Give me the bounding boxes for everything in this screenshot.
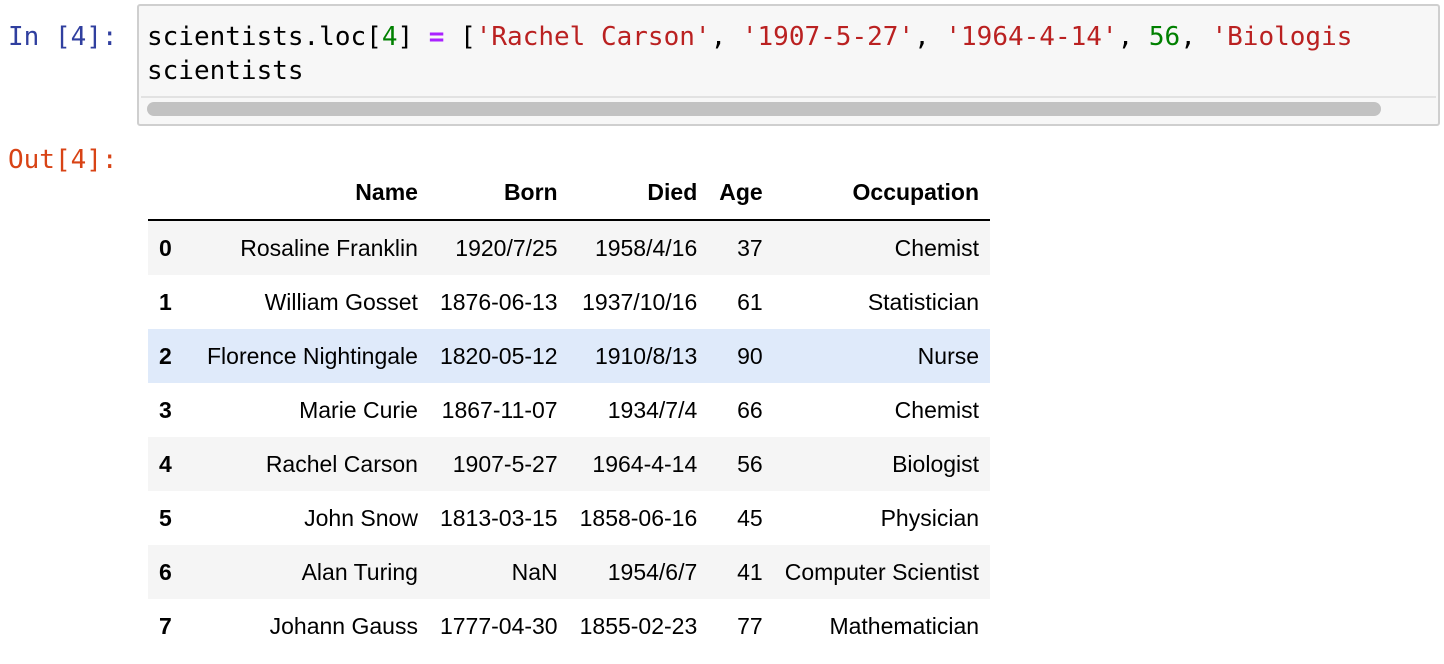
cell-died: 1937/10/16 <box>582 288 698 315</box>
cell-occupation: Chemist <box>894 396 980 423</box>
code-separator: , <box>1180 22 1212 52</box>
cell-died: 1964-4-14 <box>592 450 698 477</box>
input-prompt: In [4]: <box>8 22 118 52</box>
table-row: 1 William Gosset 1876-06-13 1937/10/16 6… <box>148 275 991 329</box>
column-header-born: Born <box>428 166 569 221</box>
row-index: 7 <box>159 612 172 639</box>
cell-born: NaN <box>511 558 558 585</box>
table-row: 3 Marie Curie 1867-11-07 1934/7/4 66 Che… <box>148 383 991 437</box>
code-age-number: 56 <box>1148 22 1181 52</box>
column-header-died: Died <box>568 166 709 221</box>
cell-died: 1934/7/4 <box>607 396 698 423</box>
table-row: 7 Johann Gauss 1777-04-30 1855-02-23 77 … <box>148 599 991 653</box>
table-header-row: Name Born Died Age Occupation <box>148 166 991 221</box>
cell-age: 45 <box>737 504 763 531</box>
code-editor[interactable]: scientists.loc[4] = ['Rachel Carson', '1… <box>147 20 1352 88</box>
cell-age: 56 <box>737 450 763 477</box>
cell-occupation: Nurse <box>917 342 980 369</box>
table-row-hovered: 2 Florence Nightingale 1820-05-12 1910/8… <box>148 329 991 383</box>
row-index: 2 <box>159 342 172 369</box>
cell-born: 1820-05-12 <box>439 342 558 369</box>
cell-name: Alan Turing <box>301 558 418 585</box>
cell-occupation: Computer Scientist <box>784 558 980 585</box>
cell-died: 1954/6/7 <box>607 558 698 585</box>
cell-age: 61 <box>737 288 763 315</box>
code-string-name: 'Rachel Carson' <box>475 22 711 52</box>
code-separator: , <box>710 22 742 52</box>
index-header <box>148 166 196 221</box>
code-string-died: '1964-4-14' <box>945 22 1118 52</box>
row-index: 6 <box>159 558 172 585</box>
cell-born: 1777-04-30 <box>439 612 558 639</box>
cell-age: 90 <box>737 342 763 369</box>
row-index: 3 <box>159 396 172 423</box>
table-row: 6 Alan Turing NaN 1954/6/7 41 Computer S… <box>148 545 991 599</box>
cell-died: 1958/4/16 <box>594 234 698 261</box>
cell-name: Rachel Carson <box>265 450 418 477</box>
code-separator: , <box>1117 22 1149 52</box>
cell-died: 1855-02-23 <box>579 612 698 639</box>
cell-name: Florence Nightingale <box>207 342 418 369</box>
cell-born: 1867-11-07 <box>441 396 558 423</box>
table-row: 0 Rosaline Franklin 1920/7/25 1958/4/16 … <box>148 220 991 275</box>
cell-age: 77 <box>737 612 763 639</box>
cell-born: 1813-03-15 <box>439 504 558 531</box>
row-index: 1 <box>159 288 172 315</box>
code-string-born: '1907-5-27' <box>741 22 915 52</box>
cell-name: William Gosset <box>264 288 418 315</box>
code-index-number: 4 <box>381 22 398 52</box>
cell-born: 1907-5-27 <box>452 450 558 477</box>
cell-occupation: Biologist <box>892 450 980 477</box>
code-line-2: scientists <box>147 56 304 86</box>
cell-age: 66 <box>737 396 763 423</box>
cell-occupation: Chemist <box>894 234 980 261</box>
scrollbar-thumb[interactable] <box>147 102 1381 116</box>
cell-died: 1910/8/13 <box>594 342 698 369</box>
horizontal-scrollbar[interactable] <box>141 96 1436 120</box>
cell-name: Johann Gauss <box>269 612 418 639</box>
code-string-occupation: 'Biologis <box>1211 22 1353 52</box>
table-row: 5 John Snow 1813-03-15 1858-06-16 45 Phy… <box>148 491 991 545</box>
code-list-open: [ <box>444 22 476 52</box>
cell-age: 37 <box>737 234 763 261</box>
cell-died: 1858-06-16 <box>579 504 698 531</box>
code-separator: , <box>914 22 946 52</box>
row-index: 0 <box>159 234 172 261</box>
row-index: 5 <box>159 504 172 531</box>
cell-born: 1876-06-13 <box>439 288 558 315</box>
code-input-area[interactable]: scientists.loc[4] = ['Rachel Carson', '1… <box>137 4 1440 126</box>
cell-born: 1920/7/25 <box>455 234 558 261</box>
row-index: 4 <box>159 450 172 477</box>
cell-name: John Snow <box>304 504 418 531</box>
cell-name: Marie Curie <box>299 396 418 423</box>
cell-name: Rosaline Franklin <box>240 234 418 261</box>
column-header-name: Name <box>196 166 429 221</box>
column-header-occupation: Occupation <box>773 166 991 221</box>
code-object: scientists.loc[ <box>147 22 382 52</box>
cell-age: 41 <box>737 558 763 585</box>
code-bracket: ] <box>397 22 429 52</box>
table-row: 4 Rachel Carson 1907-5-27 1964-4-14 56 B… <box>148 437 991 491</box>
dataframe-table: Name Born Died Age Occupation 0 Rosaline… <box>148 166 991 653</box>
column-header-age: Age <box>708 166 774 221</box>
cell-occupation: Statistician <box>867 288 980 315</box>
output-prompt: Out[4]: <box>8 145 118 175</box>
cell-occupation: Physician <box>880 504 980 531</box>
cell-occupation: Mathematician <box>829 612 980 639</box>
code-assign-operator: = <box>428 22 445 52</box>
